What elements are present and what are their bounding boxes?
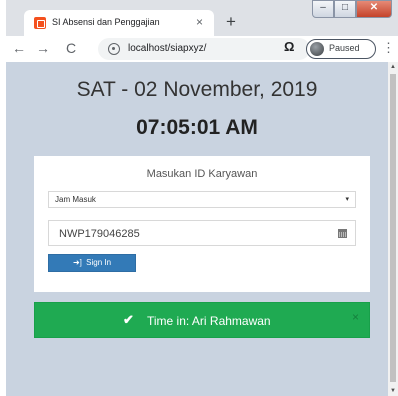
success-alert: ✔ Time in: Ari Rahmawan ×	[34, 302, 370, 338]
check-icon: ✔	[123, 312, 134, 327]
minimize-button[interactable]: –	[312, 0, 334, 18]
alert-close-icon[interactable]: ×	[352, 310, 359, 324]
browser-tab[interactable]: SI Absensi dan Penggajian ×	[24, 10, 214, 36]
employee-id-input[interactable]: NWP179046285	[48, 220, 356, 246]
browser-chrome: SI Absensi dan Penggajian × + – □ ✕ ← → …	[6, 0, 398, 62]
maximize-button[interactable]: □	[334, 0, 356, 18]
minimize-icon: –	[320, 2, 326, 13]
profile-status: Paused	[329, 43, 360, 53]
sign-in-label: Sign In	[86, 258, 112, 267]
sign-in-button[interactable]: ➜] Sign In	[48, 254, 136, 272]
tab-bar: SI Absensi dan Penggajian × + – □ ✕	[6, 0, 398, 36]
more-menu-icon[interactable]: ⋮	[382, 40, 395, 56]
scroll-up-icon[interactable]: ▲	[390, 64, 396, 70]
calendar-icon	[338, 229, 347, 238]
employee-id-value: NWP179046285	[59, 228, 140, 240]
forward-button[interactable]: →	[34, 39, 52, 57]
tab-title: SI Absensi dan Penggajian	[52, 17, 160, 27]
alert-message: Time in: Ari Rahmawan	[147, 314, 271, 328]
scroll-thumb[interactable]	[390, 74, 396, 382]
address-bar[interactable]: localhost/siapxyz/	[98, 38, 310, 60]
current-time: 07:05:01 AM	[136, 116, 258, 139]
site-info-icon[interactable]	[108, 43, 120, 55]
sign-in-icon: ➜]	[72, 258, 82, 267]
back-button[interactable]: ←	[10, 39, 28, 57]
current-date: SAT - 02 November, 2019	[76, 78, 318, 101]
vertical-scrollbar[interactable]: ▲ ▼	[388, 62, 398, 396]
extension-icon[interactable]: Ω	[284, 39, 294, 54]
profile-button[interactable]: Paused	[306, 39, 376, 59]
favicon-icon	[34, 17, 46, 29]
reload-button[interactable]: C	[62, 39, 80, 57]
select-value: Jam Masuk	[55, 195, 96, 204]
maximize-icon: □	[341, 2, 349, 13]
tab-close-icon[interactable]: ×	[196, 15, 203, 29]
scroll-down-icon[interactable]: ▼	[390, 388, 396, 394]
close-icon: ✕	[369, 2, 379, 13]
attendance-form: Masukan ID Karyawan Jam Masuk ▾ NWP17904…	[34, 156, 370, 292]
page-content: SAT - 02 November, 2019 07:05:01 AM Masu…	[6, 62, 388, 396]
browser-toolbar: ← → C localhost/siapxyz/ Ω Paused ⋮	[6, 36, 398, 62]
url-text: localhost/siapxyz/	[128, 43, 207, 54]
new-tab-button[interactable]: +	[220, 12, 242, 34]
chevron-down-icon: ▾	[345, 196, 349, 203]
close-window-button[interactable]: ✕	[356, 0, 392, 18]
attendance-type-select[interactable]: Jam Masuk ▾	[48, 191, 356, 208]
avatar	[310, 42, 324, 56]
form-title: Masukan ID Karyawan	[146, 168, 258, 180]
